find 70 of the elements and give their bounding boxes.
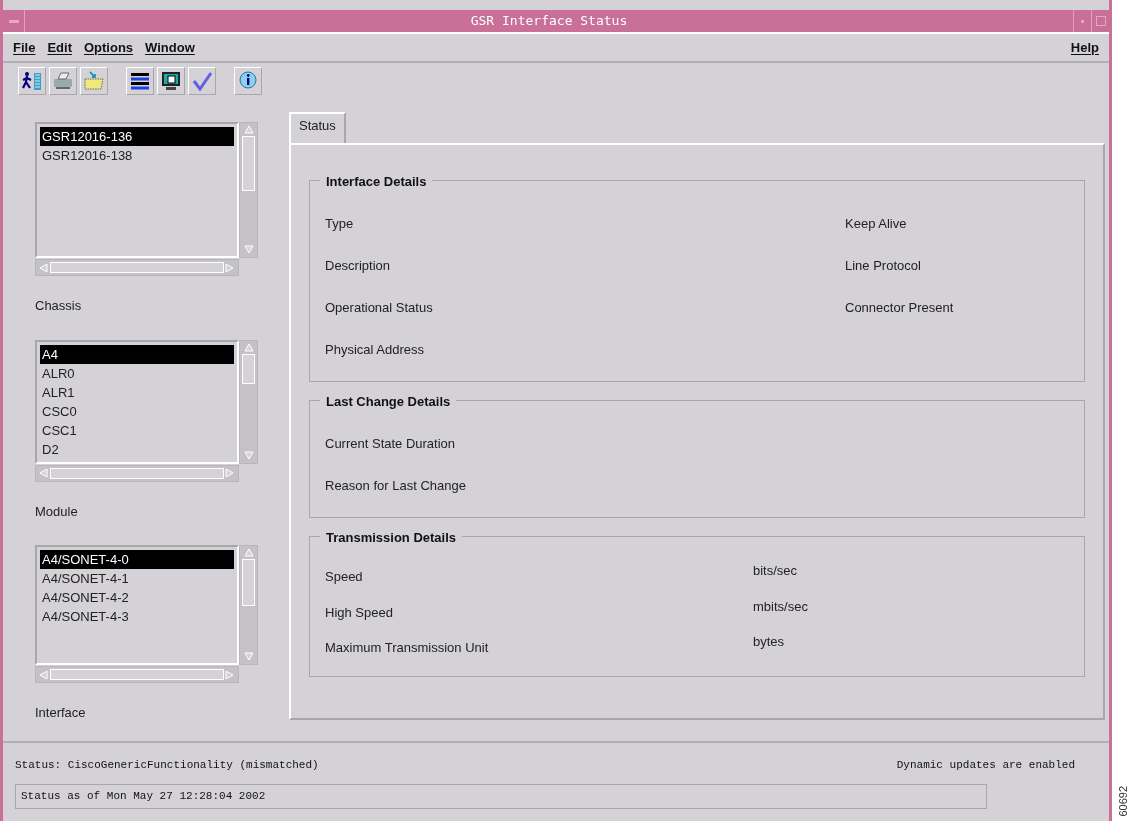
field-label: Type — [325, 215, 354, 234]
field-label: Description — [325, 257, 391, 276]
scroll-left-icon[interactable] — [38, 467, 50, 479]
field-label: High Speed — [325, 603, 393, 622]
list-item[interactable]: ALR0 — [40, 363, 234, 383]
checkmark-icon — [191, 70, 213, 92]
list-item[interactable]: GSR12016-136 — [40, 127, 234, 146]
list-item[interactable]: D2 — [40, 439, 234, 459]
running-figure-icon — [21, 70, 43, 92]
horizontal-scrollbar[interactable] — [35, 259, 239, 276]
toolbar-button[interactable] — [157, 67, 185, 95]
menu-item[interactable]: Edit — [47, 37, 72, 58]
list-item[interactable]: A4 — [40, 344, 234, 364]
scroll-thumb[interactable] — [242, 136, 255, 191]
scroll-right-icon[interactable] — [224, 467, 236, 479]
figure-number: 60692 — [1116, 786, 1131, 817]
field-label: Reason for Last Change — [325, 477, 466, 496]
field-label: Keep Alive — [845, 215, 907, 234]
monitor-icon — [160, 70, 182, 92]
horizontal-scrollbar[interactable] — [35, 464, 239, 482]
list-item[interactable]: A4/SONET-4-0 — [40, 550, 234, 569]
field-label: Speed — [325, 568, 363, 586]
list-item[interactable]: A4/SONET-4-3 — [40, 607, 234, 626]
field-label: Physical Address — [325, 341, 424, 360]
unit-label: bits/sec — [753, 562, 798, 580]
info-icon — [237, 70, 259, 92]
toolbar-button[interactable] — [18, 67, 46, 95]
vertical-scrollbar[interactable] — [239, 339, 258, 464]
toolbar-button[interactable] — [126, 67, 154, 95]
field-label: Maximum Transmission Unit — [325, 639, 489, 657]
list-label: Module — [35, 502, 79, 521]
menu-item[interactable]: Options — [83, 37, 134, 58]
scroll-down-icon[interactable] — [242, 449, 255, 462]
list-icon — [129, 70, 151, 92]
update-status: Dynamic updates are enabled — [896, 758, 1075, 773]
list-item[interactable]: CSC1 — [40, 420, 234, 440]
field-label: Line Protocol — [845, 257, 921, 276]
menu-item[interactable]: File — [13, 37, 36, 58]
unit-label: mbits/sec — [753, 597, 808, 616]
list-item[interactable]: A4/SONET-4-2 — [40, 588, 234, 607]
unit-label: bytes — [753, 633, 785, 651]
field-label: Connector Present — [845, 299, 954, 318]
vertical-scrollbar[interactable] — [239, 545, 258, 665]
printer-icon — [52, 70, 74, 92]
scroll-thumb[interactable] — [242, 353, 255, 384]
list-label: Chassis — [35, 297, 83, 315]
window-title: GSR Interface Status — [469, 12, 629, 31]
list-item[interactable]: GSR12016-138 — [40, 146, 234, 165]
list-item[interactable]: ALR1 — [40, 382, 234, 402]
status-field: Status as of Mon May 27 12:28:04 2002 — [15, 783, 987, 809]
field-label: Current State Duration — [325, 435, 456, 454]
folder-icon — [83, 70, 105, 92]
menu-item[interactable]: Window — [145, 37, 195, 58]
horizontal-scrollbar[interactable] — [35, 666, 239, 683]
scroll-down-icon[interactable] — [242, 244, 255, 256]
toolbar-button[interactable] — [234, 67, 262, 95]
maximize-button[interactable] — [1091, 10, 1109, 32]
status-message: Status: CiscoGenericFunctionality (mismatched) — [15, 758, 319, 773]
list-item[interactable]: A4/SONET-4-1 — [40, 569, 234, 588]
vertical-scrollbar[interactable] — [239, 122, 258, 258]
field-label: Operational Status — [325, 299, 433, 318]
list-box[interactable]: A4/SONET-4-0 A4/SONET-4-1 A4/SONET-4-2 A4/SONET-4-3 — [35, 545, 239, 665]
list-item[interactable]: CSC0 — [40, 401, 234, 421]
menu-item[interactable]: Help — [1070, 37, 1099, 58]
list-box[interactable]: GSR12016-136 GSR12016-138 — [35, 122, 239, 258]
list-box[interactable]: A4 ALR0 ALR1 CSC0 CSC1 D2 — [35, 339, 239, 464]
tab[interactable]: Status — [289, 112, 346, 143]
list-label: Interface — [35, 704, 87, 722]
scroll-thumb[interactable] — [242, 559, 255, 606]
scroll-down-icon[interactable] — [242, 651, 255, 663]
